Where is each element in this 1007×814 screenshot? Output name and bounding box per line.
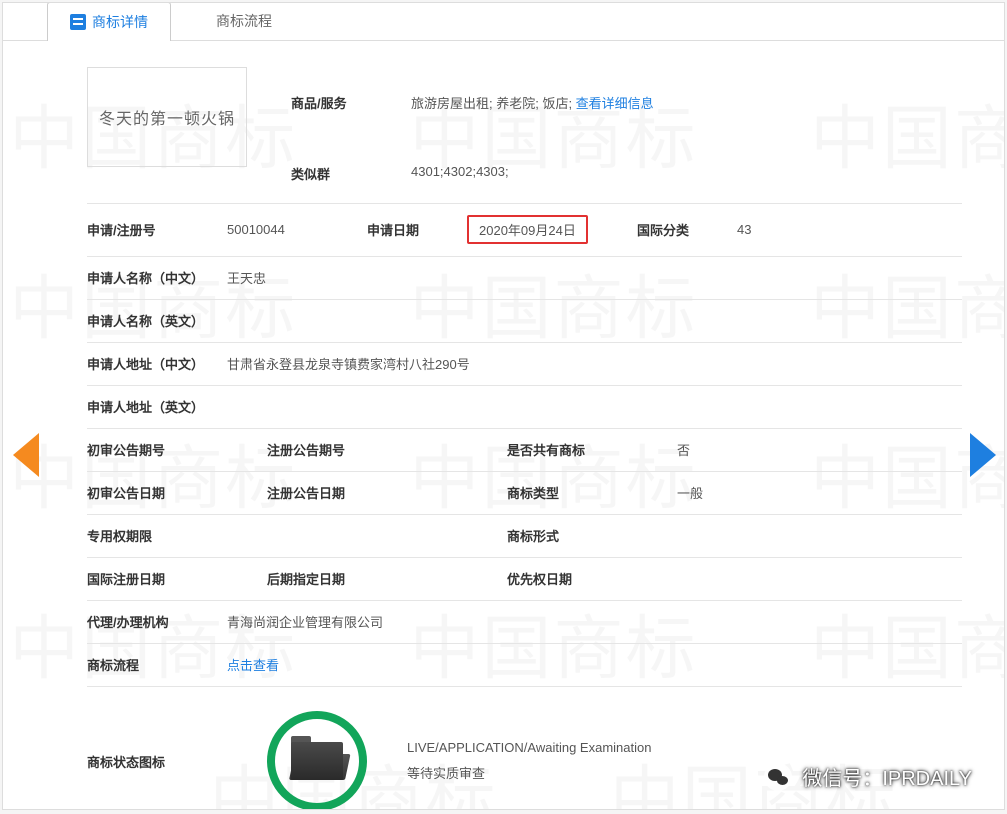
status-icon <box>267 711 367 810</box>
tab-detail-label: 商标详情 <box>92 12 148 32</box>
first-ann-no-label: 初审公告期号 <box>87 440 267 459</box>
joint-value: 否 <box>677 440 962 459</box>
app-date-value: 2020年09月24日 <box>467 215 588 244</box>
prev-arrow[interactable] <box>13 433 39 477</box>
folder-icon <box>291 742 343 780</box>
tm-type-value: 一般 <box>677 483 962 502</box>
tab-flow[interactable]: 商标流程 <box>171 2 295 40</box>
priority-date-label: 优先权日期 <box>507 569 962 588</box>
reg-no-label: 申请/注册号 <box>87 220 227 239</box>
status-label: 商标状态图标 <box>87 752 227 771</box>
tm-type-label: 商标类型 <box>507 483 677 502</box>
joint-label: 是否共有商标 <box>507 440 677 459</box>
status-line-cn: 等待实质审查 <box>407 761 651 787</box>
flow-icon <box>194 13 210 29</box>
reg-ann-no-label: 注册公告期号 <box>267 440 507 459</box>
goods-detail-link[interactable]: 查看详细信息 <box>576 96 654 111</box>
applicant-cn-value: 王天忠 <box>227 268 962 287</box>
reg-no-value: 50010044 <box>227 222 367 237</box>
status-line-en: LIVE/APPLICATION/Awaiting Examination <box>407 735 651 761</box>
addr-en-label: 申请人地址（英文） <box>87 397 227 416</box>
detail-icon <box>70 14 86 30</box>
addr-cn-value: 甘肃省永登县龙泉寺镇费家湾村八社290号 <box>227 354 962 373</box>
later-date-label: 后期指定日期 <box>267 569 507 588</box>
flow-label: 商标流程 <box>87 655 227 674</box>
next-arrow[interactable] <box>970 433 996 477</box>
goods-value: 旅游房屋出租; 养老院; 饭店; <box>411 96 576 111</box>
goods-label: 商品/服务 <box>291 93 411 112</box>
agent-label: 代理/办理机构 <box>87 612 227 631</box>
trademark-image: 冬天的第一顿火锅 <box>87 67 247 167</box>
tab-detail[interactable]: 商标详情 <box>47 2 171 41</box>
intl-reg-date-label: 国际注册日期 <box>87 569 267 588</box>
similar-group-value: 4301;4302;4303; <box>411 164 962 183</box>
agent-value: 青海尚润企业管理有限公司 <box>227 612 962 631</box>
wechat-label: 微信号： <box>802 768 882 790</box>
tm-form-label: 商标形式 <box>507 526 962 545</box>
trademark-text: 冬天的第一顿火锅 <box>99 105 235 129</box>
addr-cn-label: 申请人地址（中文） <box>87 354 227 373</box>
similar-group-label: 类似群 <box>291 164 411 183</box>
flow-link[interactable]: 点击查看 <box>227 658 279 673</box>
intl-class-label: 国际分类 <box>637 220 737 239</box>
detail-panel: 冬天的第一顿火锅 商品/服务 旅游房屋出租; 养老院; 饭店; 查看详细信息 类… <box>3 41 1004 810</box>
tab-bar: 商标详情 商标流程 <box>3 3 1004 41</box>
intl-class-value: 43 <box>737 222 962 237</box>
wechat-icon <box>764 763 792 791</box>
applicant-en-label: 申请人名称（英文） <box>87 311 227 330</box>
app-date-label: 申请日期 <box>367 220 467 239</box>
reg-ann-date-label: 注册公告日期 <box>267 483 507 502</box>
applicant-cn-label: 申请人名称（中文） <box>87 268 227 287</box>
wechat-id: IPRDAILY <box>882 768 972 790</box>
wechat-footer: 微信号：IPRDAILY <box>764 762 972 791</box>
tab-flow-label: 商标流程 <box>216 11 272 31</box>
exclusive-period-label: 专用权期限 <box>87 526 507 545</box>
first-ann-date-label: 初审公告日期 <box>87 483 267 502</box>
